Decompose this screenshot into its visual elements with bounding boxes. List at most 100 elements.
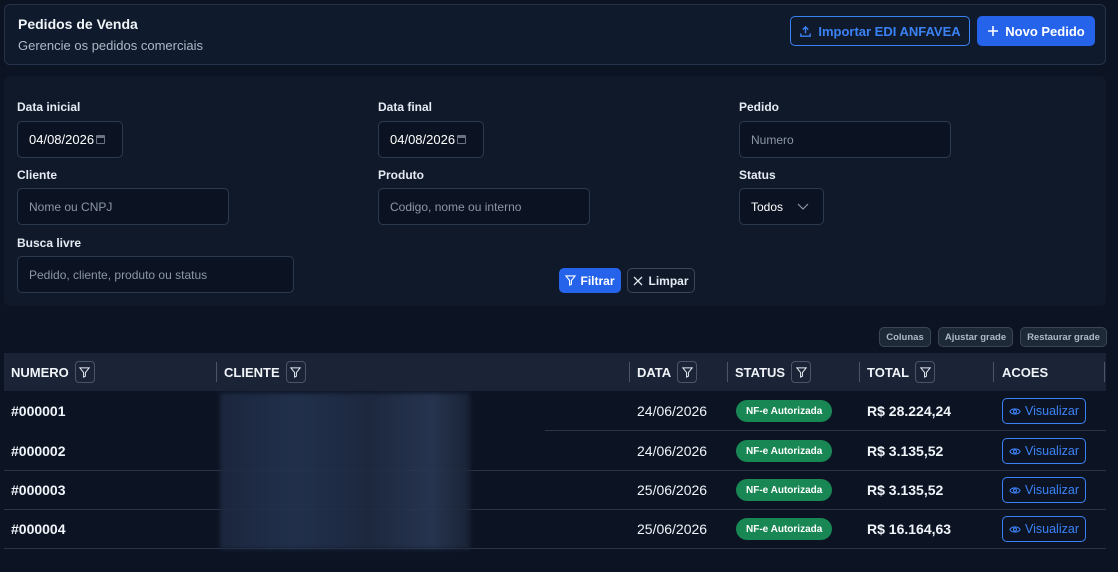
order-number-placeholder: Numero xyxy=(751,132,794,147)
client-placeholder: Nome ou CNPJ xyxy=(29,199,113,214)
start-date-value: 04/08/2026 xyxy=(29,132,95,147)
order-number-input[interactable]: Numero xyxy=(739,121,951,158)
view-button-label: Visualizar xyxy=(1025,444,1079,458)
clear-button-label: Limpar xyxy=(648,273,689,288)
column-divider[interactable] xyxy=(216,362,217,382)
calendar-icon[interactable] xyxy=(96,135,106,144)
start-date-input[interactable]: 04/08/2026 xyxy=(17,121,123,158)
status-select-value: Todos xyxy=(751,199,784,214)
column-label-numero: NUMERO xyxy=(11,364,69,380)
status-badge: NF-e Autorizada xyxy=(736,518,833,540)
order-total: R$ 3.135,52 xyxy=(867,482,944,498)
status-badge: NF-e Autorizada xyxy=(736,400,833,422)
filter-icon[interactable] xyxy=(915,361,936,383)
calendar-icon[interactable] xyxy=(457,135,467,144)
search-label: Busca livre xyxy=(17,236,82,250)
status-select[interactable]: Todos xyxy=(739,188,824,225)
view-button-label: Visualizar xyxy=(1025,483,1079,497)
order-number: #000001 xyxy=(11,403,66,419)
upload-icon xyxy=(800,25,812,37)
row-divider xyxy=(4,548,1106,549)
view-button[interactable]: Visualizar xyxy=(1002,438,1086,464)
eye-icon xyxy=(1009,447,1021,455)
search-input[interactable]: Pedido, cliente, produto ou status xyxy=(17,256,294,293)
new-order-label: Novo Pedido xyxy=(1005,23,1085,39)
status-badge: NF-e Autorizada xyxy=(736,440,833,462)
column-header-total[interactable]: TOTAL xyxy=(867,353,936,391)
column-header-acoes: ACOES xyxy=(1002,353,1048,391)
order-label: Pedido xyxy=(739,100,780,114)
order-date: 25/06/2026 xyxy=(637,521,708,537)
eye-icon xyxy=(1009,525,1021,533)
client-label: Cliente xyxy=(17,168,58,182)
product-label: Produto xyxy=(378,168,424,182)
import-edi-label: Importar EDI ANFAVEA xyxy=(818,23,961,39)
end-date-value: 04/08/2026 xyxy=(390,132,456,147)
order-number: #000003 xyxy=(11,482,66,498)
start-date-label: Data inicial xyxy=(17,100,81,114)
product-placeholder: Codigo, nome ou interno xyxy=(390,199,522,214)
order-total: R$ 16.164,63 xyxy=(867,521,952,537)
table-header: NUMERO CLIENTE DATA STATUS TOTAL ACOES xyxy=(4,353,1106,391)
filters-panel: Data inicial 04/08/2026 Data final 04/08… xyxy=(4,76,1106,306)
redacted-client-names xyxy=(220,393,470,549)
view-button-label: Visualizar xyxy=(1025,522,1079,536)
column-header-status[interactable]: STATUS xyxy=(735,353,812,391)
client-input[interactable]: Nome ou CNPJ xyxy=(17,188,229,225)
view-button[interactable]: Visualizar xyxy=(1002,477,1086,503)
column-header-numero[interactable]: NUMERO xyxy=(11,353,95,391)
table-row[interactable]: #000002 24/06/2026 NF-e Autorizada R$ 3.… xyxy=(4,431,1106,471)
order-total: R$ 3.135,52 xyxy=(867,443,944,459)
column-label-data: DATA xyxy=(637,364,672,380)
filter-icon[interactable] xyxy=(677,361,698,383)
chevron-down-icon xyxy=(797,203,809,210)
filter-button[interactable]: Filtrar xyxy=(559,268,621,293)
filter-icon[interactable] xyxy=(74,361,95,383)
import-edi-button[interactable]: Importar EDI ANFAVEA xyxy=(790,16,970,46)
plus-icon xyxy=(988,26,999,36)
column-label-cliente: CLIENTE xyxy=(224,364,280,380)
order-date: 24/06/2026 xyxy=(637,443,708,459)
filter-button-label: Filtrar xyxy=(580,273,615,288)
clear-button[interactable]: Limpar xyxy=(627,268,695,293)
column-divider[interactable] xyxy=(629,362,630,382)
fit-grid-button[interactable]: Ajustar grade xyxy=(938,327,1013,347)
order-date: 24/06/2026 xyxy=(637,403,708,419)
end-date-input[interactable]: 04/08/2026 xyxy=(378,121,484,158)
view-button[interactable]: Visualizar xyxy=(1002,398,1086,424)
column-divider[interactable] xyxy=(859,362,860,382)
column-label-status: STATUS xyxy=(735,364,786,380)
new-order-button[interactable]: Novo Pedido xyxy=(977,16,1095,46)
filter-icon[interactable] xyxy=(285,361,306,383)
column-label-acoes: ACOES xyxy=(1002,364,1049,380)
eye-icon xyxy=(1009,407,1021,415)
close-icon xyxy=(634,276,643,285)
end-date-label: Data final xyxy=(378,100,433,114)
column-header-data[interactable]: DATA xyxy=(637,353,698,391)
page-subtitle: Gerencie os pedidos comerciais xyxy=(18,38,203,53)
view-button[interactable]: Visualizar xyxy=(1002,516,1086,542)
column-header-cliente[interactable]: CLIENTE xyxy=(224,353,306,391)
order-total: R$ 28.224,24 xyxy=(867,403,952,419)
restore-grid-button[interactable]: Restaurar grade xyxy=(1020,327,1107,347)
page-header: Pedidos de Venda Gerencie os pedidos com… xyxy=(4,4,1106,65)
table-row[interactable]: #000004 25/06/2026 NF-e Autorizada R$ 16… xyxy=(4,509,1106,549)
table-row[interactable]: #000003 25/06/2026 NF-e Autorizada R$ 3.… xyxy=(4,470,1106,510)
product-input[interactable]: Codigo, nome ou interno xyxy=(378,188,590,225)
columns-button[interactable]: Colunas xyxy=(879,327,931,347)
column-divider[interactable] xyxy=(727,362,728,382)
eye-icon xyxy=(1009,486,1021,494)
order-number: #000004 xyxy=(11,521,66,537)
column-divider[interactable] xyxy=(993,362,994,382)
column-divider[interactable] xyxy=(1104,362,1105,382)
funnel-icon xyxy=(565,275,577,286)
status-label: Status xyxy=(739,168,776,182)
order-number: #000002 xyxy=(11,443,66,459)
column-label-total: TOTAL xyxy=(867,364,910,380)
order-date: 25/06/2026 xyxy=(637,482,708,498)
page-title: Pedidos de Venda xyxy=(18,16,138,32)
view-button-label: Visualizar xyxy=(1025,404,1079,418)
filter-icon[interactable] xyxy=(791,361,812,383)
status-badge: NF-e Autorizada xyxy=(736,479,833,501)
table-row[interactable]: #000001 24/06/2026 NF-e Autorizada R$ 28… xyxy=(4,391,1106,431)
